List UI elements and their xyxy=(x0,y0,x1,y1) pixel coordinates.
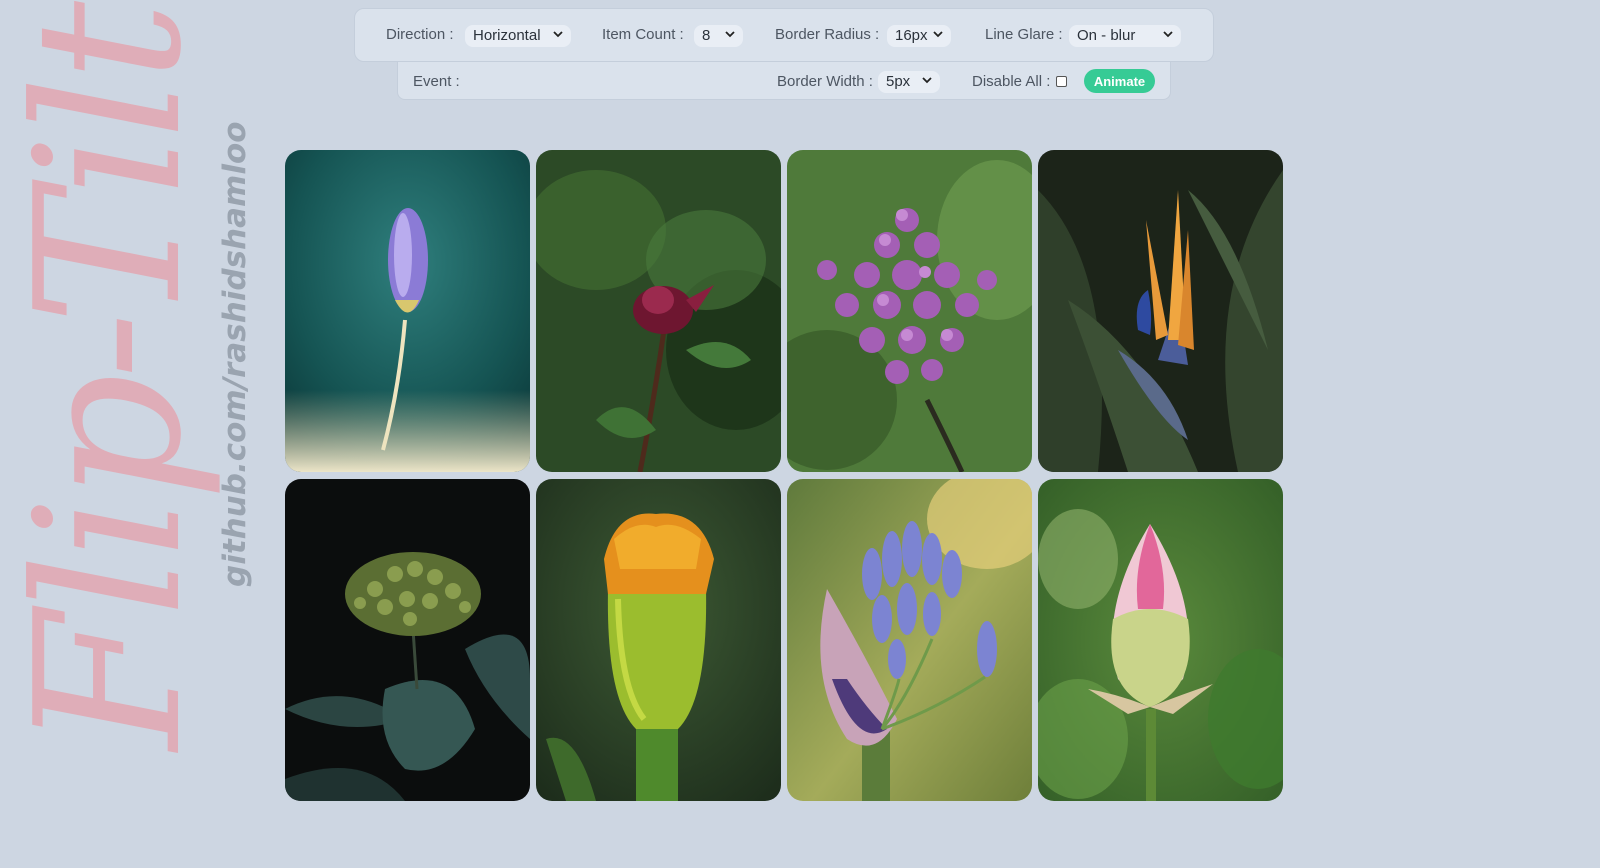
line-glare-value: On - blur xyxy=(1077,27,1136,44)
gallery-card-hydrangea[interactable] xyxy=(285,479,530,801)
watermark-url: github.com/rashidshamloo xyxy=(217,121,253,587)
gallery-card-crocus[interactable] xyxy=(285,150,530,472)
controls-panel-bottom: Event : Border Width : 5px Disable All :… xyxy=(397,62,1171,100)
border-radius-select[interactable]: 16px xyxy=(887,25,951,47)
bird-of-paradise-image xyxy=(1038,150,1283,472)
gallery-card-lotus[interactable] xyxy=(1038,479,1283,801)
chevron-down-icon xyxy=(922,77,932,84)
crocus-image xyxy=(285,150,530,472)
gallery-card-bird-of-paradise[interactable] xyxy=(1038,150,1283,472)
gallery-card-marigold[interactable] xyxy=(536,479,781,801)
chevron-down-icon xyxy=(553,31,563,38)
line-glare-label: Line Glare : xyxy=(985,26,1063,43)
chevron-down-icon xyxy=(933,31,943,38)
chevron-down-icon xyxy=(725,31,735,38)
dahlia-image xyxy=(536,150,781,472)
gallery-card-agapanthus[interactable] xyxy=(787,479,1032,801)
item-count-value: 8 xyxy=(702,27,711,44)
watermark-title: Flip-Tilt xyxy=(0,7,226,750)
disable-all-checkbox[interactable] xyxy=(1056,76,1067,87)
border-width-label: Border Width : xyxy=(777,73,873,90)
direction-select[interactable]: Horizontal xyxy=(465,25,571,47)
flip-tilt-gallery xyxy=(285,150,1283,801)
direction-label: Direction : xyxy=(386,26,454,43)
hydrangea-image xyxy=(285,479,530,801)
line-glare-select[interactable]: On - blur xyxy=(1069,25,1181,47)
disable-all-label: Disable All : xyxy=(972,73,1051,90)
border-width-value: 5px xyxy=(886,73,911,90)
agapanthus-image xyxy=(787,479,1032,801)
event-label: Event : xyxy=(413,73,460,90)
border-width-select[interactable]: 5px xyxy=(878,71,940,93)
lilac-image xyxy=(787,150,1032,472)
chevron-down-icon xyxy=(1163,31,1173,38)
item-count-label: Item Count : xyxy=(602,26,684,43)
item-count-select[interactable]: 8 xyxy=(694,25,743,47)
direction-value: Horizontal xyxy=(473,27,541,44)
border-radius-label: Border Radius : xyxy=(775,26,880,43)
lotus-image xyxy=(1038,479,1283,801)
border-radius-value: 16px xyxy=(895,27,928,44)
marigold-image xyxy=(536,479,781,801)
gallery-card-dahlia[interactable] xyxy=(536,150,781,472)
animate-button[interactable]: Animate xyxy=(1084,69,1155,93)
gallery-card-lilac[interactable] xyxy=(787,150,1032,472)
controls-panel-top: Direction : Horizontal Item Count : 8 Bo… xyxy=(354,8,1214,62)
